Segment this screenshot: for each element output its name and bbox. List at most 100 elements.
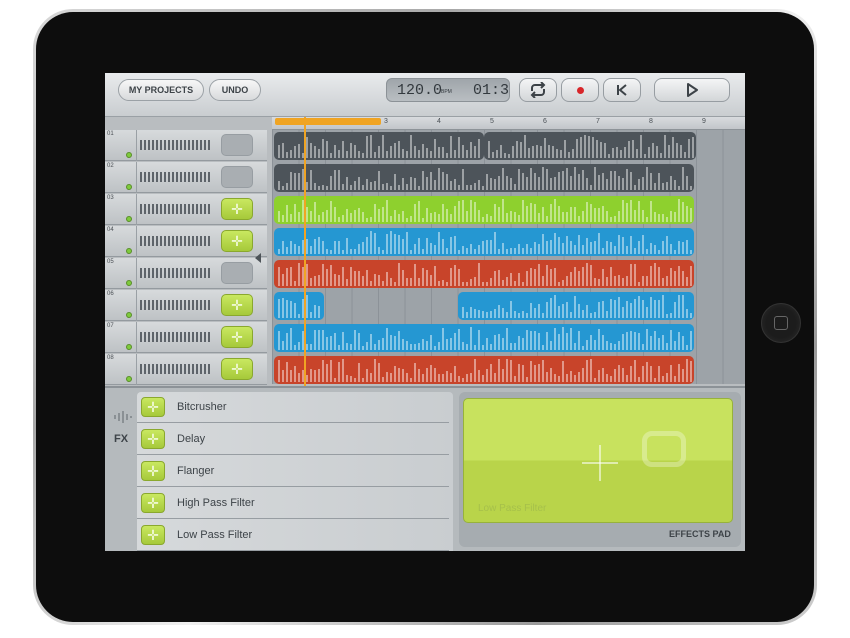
- waveform-bar: [558, 376, 560, 382]
- track-header[interactable]: 05: [105, 258, 267, 289]
- audio-region[interactable]: [274, 324, 694, 352]
- home-button[interactable]: [761, 303, 801, 343]
- fx-crosshair-icon: ✛: [147, 526, 159, 543]
- collapse-arrow-icon[interactable]: [255, 253, 261, 263]
- track-header[interactable]: 01: [105, 130, 267, 161]
- waveform-bar: [394, 234, 396, 254]
- waveform-bar: [562, 361, 564, 382]
- waveform-bar: [278, 360, 280, 382]
- audio-region[interactable]: [274, 260, 694, 288]
- loop-region-marker[interactable]: [275, 118, 381, 125]
- waveform-bar: [494, 204, 496, 222]
- audio-region[interactable]: [274, 164, 694, 192]
- rewind-button[interactable]: [603, 78, 641, 102]
- waveform-bar: [370, 182, 372, 190]
- audio-region[interactable]: [274, 356, 694, 384]
- effect-toggle-button[interactable]: ✛: [141, 429, 165, 449]
- waveform-bar: [586, 238, 588, 254]
- effects-pad[interactable]: Low Pass Filter: [463, 398, 733, 523]
- track-fx-toggle[interactable]: [221, 166, 253, 188]
- play-button[interactable]: [654, 78, 730, 102]
- effect-item[interactable]: ✛ Low Pass Filter: [137, 520, 449, 551]
- waveform-bar: [438, 147, 440, 158]
- waveform-bar: [338, 217, 340, 222]
- waveform-bar: [656, 146, 658, 158]
- effect-toggle-button[interactable]: ✛: [141, 525, 165, 545]
- effect-toggle-button[interactable]: ✛: [141, 461, 165, 481]
- waveform-bar: [506, 277, 508, 286]
- waveform-bar: [602, 301, 604, 318]
- fx-crosshair-icon: ✛: [231, 296, 243, 313]
- track-header[interactable]: 08 ✛: [105, 354, 267, 385]
- waveform-bar: [526, 244, 528, 254]
- pad-handle[interactable]: [642, 431, 686, 467]
- waveform-bar: [566, 236, 568, 254]
- waveform-bar: [470, 185, 472, 190]
- track-fx-toggle[interactable]: ✛: [221, 358, 253, 380]
- waveform-bar: [278, 299, 280, 318]
- waveform-bar: [590, 242, 592, 254]
- waveform-bar: [334, 207, 336, 222]
- waveform-bar: [354, 181, 356, 190]
- waveform-bar: [538, 364, 540, 382]
- waveform-bar: [374, 152, 376, 158]
- waveform-bar: [506, 176, 508, 190]
- waveform-bar: [382, 250, 384, 254]
- waveform-bar: [682, 202, 684, 222]
- tempo-value[interactable]: 120.0: [397, 82, 442, 99]
- waveform-bar: [674, 212, 676, 222]
- effect-name: Bitcrusher: [177, 401, 227, 413]
- waveform-bar: [306, 264, 308, 286]
- my-projects-button[interactable]: MY PROJECTS: [118, 79, 204, 101]
- waveform: [278, 295, 320, 318]
- waveform-bar: [598, 302, 600, 318]
- track-header[interactable]: 07 ✛: [105, 322, 267, 353]
- effect-item[interactable]: ✛ Flanger: [137, 456, 449, 487]
- waveform-bar: [322, 360, 324, 382]
- audio-region[interactable]: [484, 132, 696, 160]
- track-header[interactable]: 06 ✛: [105, 290, 267, 321]
- waveform-bar: [602, 269, 604, 286]
- audio-region[interactable]: [274, 196, 694, 224]
- waveform-bar: [638, 201, 640, 222]
- waveform-bar: [678, 186, 680, 190]
- waveform-bar: [370, 231, 372, 254]
- waveform-bar: [306, 239, 308, 254]
- track-fx-toggle[interactable]: [221, 134, 253, 156]
- effect-item[interactable]: ✛ High Pass Filter: [137, 488, 449, 519]
- effect-toggle-button[interactable]: ✛: [141, 493, 165, 513]
- waveform-bar: [346, 343, 348, 350]
- track-fx-toggle[interactable]: ✛: [221, 294, 253, 316]
- track-fx-toggle[interactable]: ✛: [221, 230, 253, 252]
- loop-button[interactable]: [519, 78, 557, 102]
- waveform-bar: [358, 208, 360, 222]
- waveform-bar: [502, 199, 504, 222]
- effect-toggle-button[interactable]: ✛: [141, 397, 165, 417]
- track-header[interactable]: 03 ✛: [105, 194, 267, 225]
- effect-item[interactable]: ✛ Bitcrusher: [137, 392, 449, 423]
- playhead[interactable]: [304, 117, 306, 386]
- record-button[interactable]: [561, 78, 599, 102]
- undo-button[interactable]: UNDO: [209, 79, 261, 101]
- arrangement-grid[interactable]: [272, 130, 745, 384]
- waveform-bar: [638, 241, 640, 254]
- audio-region[interactable]: [458, 292, 694, 320]
- waveform-bar: [458, 376, 460, 382]
- effect-item[interactable]: ✛ Delay: [137, 424, 449, 455]
- waveform-bar: [450, 214, 452, 222]
- track-header[interactable]: 04 ✛: [105, 226, 267, 257]
- waveform-bar: [606, 211, 608, 222]
- waveform-bar: [600, 142, 602, 158]
- audio-region[interactable]: [274, 228, 694, 256]
- track-header[interactable]: 02: [105, 162, 267, 193]
- track-fx-toggle[interactable]: ✛: [221, 198, 253, 220]
- waveform-bar: [394, 210, 396, 222]
- track-fx-toggle[interactable]: ✛: [221, 326, 253, 348]
- waveform-bar: [658, 214, 660, 222]
- waveform-bar: [278, 267, 280, 286]
- waveform-bar: [318, 330, 320, 350]
- audio-region[interactable]: [274, 292, 324, 320]
- waveform-bar: [342, 359, 344, 382]
- track-fx-toggle[interactable]: [221, 262, 253, 284]
- waveform-bar: [502, 308, 504, 318]
